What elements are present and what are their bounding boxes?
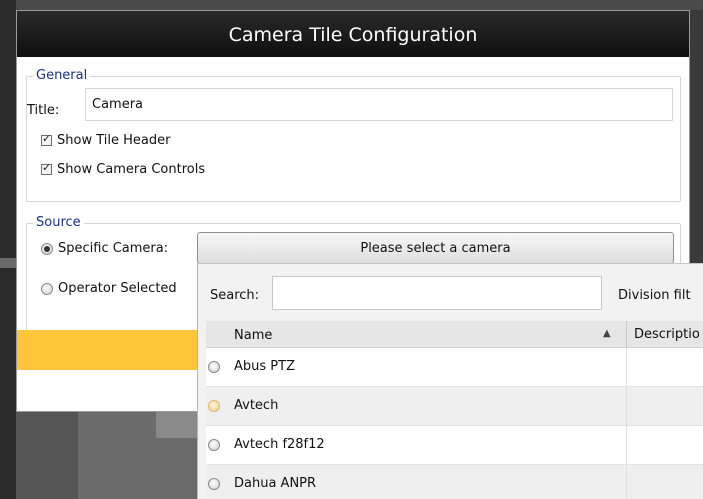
table-row[interactable]: Dahua ANPR <box>206 465 703 499</box>
table-row[interactable]: Abus PTZ <box>206 348 703 387</box>
column-separator <box>626 387 627 426</box>
sort-ascending-icon: ▲ <box>603 328 611 339</box>
camera-name: Avtech f28f12 <box>234 437 325 452</box>
show-tile-header-label: Show Tile Header <box>57 133 171 148</box>
camera-picker-popup: Search: Division filt Name ▲ Descriptio … <box>197 263 703 499</box>
camera-grid-header: Name ▲ Descriptio <box>206 321 703 348</box>
row-radio[interactable] <box>208 478 220 490</box>
specific-camera-label: Specific Camera: <box>58 241 169 256</box>
column-header-name[interactable]: Name <box>234 328 272 343</box>
background-left <box>0 0 16 499</box>
dialog-title: Camera Tile Configuration <box>17 11 689 57</box>
background-tiles <box>16 412 198 499</box>
checkmark-icon: ✓ <box>42 132 52 145</box>
division-filter-label: Division filt <box>618 288 691 303</box>
source-legend: Source <box>33 215 84 230</box>
operator-selected-label: Operator Selected <box>58 281 177 296</box>
general-legend: General <box>33 68 91 83</box>
row-radio[interactable] <box>208 400 220 412</box>
camera-name: Dahua ANPR <box>234 476 317 491</box>
camera-list: Abus PTZ Avtech Avtech f28f12 Dahua ANPR <box>206 348 703 499</box>
show-camera-controls-label: Show Camera Controls <box>57 162 206 177</box>
title-label: Title: <box>27 103 60 118</box>
column-separator[interactable] <box>626 321 627 348</box>
row-radio[interactable] <box>208 439 220 451</box>
checkmark-icon: ✓ <box>42 161 52 174</box>
column-separator <box>626 348 627 387</box>
title-input[interactable] <box>85 88 673 121</box>
show-tile-header-checkbox-row[interactable]: ✓ Show Tile Header <box>41 132 171 148</box>
show-tile-header-checkbox[interactable]: ✓ <box>41 132 52 146</box>
specific-camera-radio-row[interactable]: Specific Camera: <box>41 241 168 256</box>
accent-bar <box>17 330 197 370</box>
operator-selected-radio-row[interactable]: Operator Selected <box>41 281 177 296</box>
background-tile <box>156 412 198 438</box>
background-strip <box>0 258 16 268</box>
camera-name: Avtech <box>234 398 279 413</box>
camera-name: Abus PTZ <box>234 359 295 374</box>
operator-selected-radio[interactable] <box>41 282 53 295</box>
specific-camera-radio[interactable] <box>41 242 53 255</box>
show-camera-controls-checkbox[interactable]: ✓ <box>41 161 52 175</box>
table-row[interactable]: Avtech f28f12 <box>206 426 703 465</box>
select-camera-button[interactable]: Please select a camera <box>197 232 674 264</box>
search-label: Search: <box>210 288 260 303</box>
table-row[interactable]: Avtech <box>206 387 703 426</box>
search-input[interactable] <box>272 276 602 310</box>
row-radio[interactable] <box>208 361 220 373</box>
column-separator <box>626 465 627 499</box>
column-header-description[interactable]: Descriptio <box>634 327 700 342</box>
column-separator <box>626 426 627 465</box>
show-camera-controls-checkbox-row[interactable]: ✓ Show Camera Controls <box>41 161 206 177</box>
background-top <box>0 0 703 10</box>
